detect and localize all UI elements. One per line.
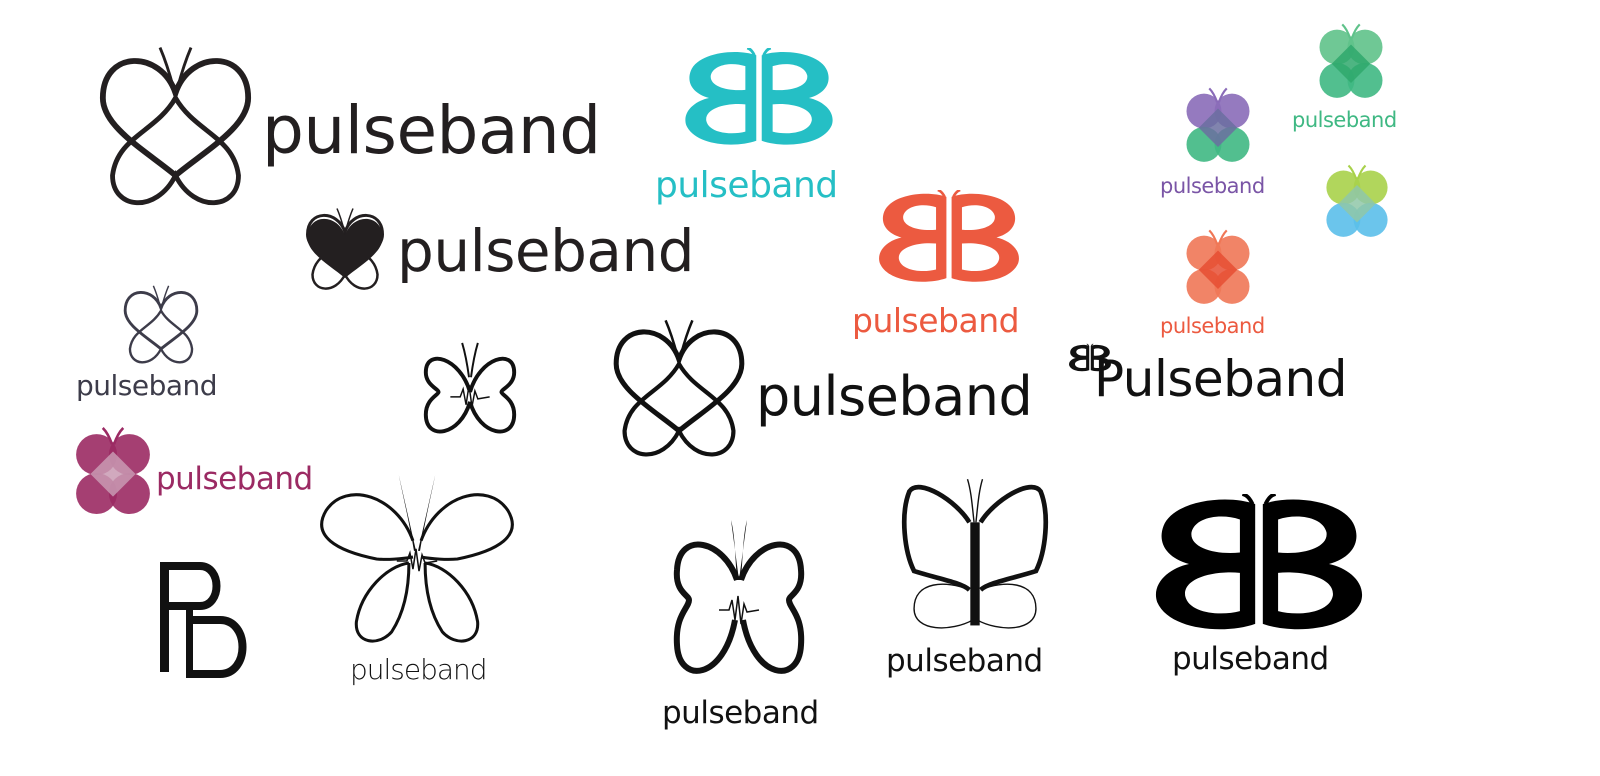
wordmark: pulseband — [886, 643, 1043, 679]
logo-variant-k: pulseband — [72, 420, 322, 530]
butterfly-heart-overlap-icon — [1183, 82, 1253, 170]
logo-variant-i: pulseband — [612, 302, 1042, 482]
wordmark: pulseband — [1172, 641, 1329, 677]
double-b-butterfly-icon — [872, 190, 1026, 285]
wordmark: pulseband — [262, 92, 601, 169]
wordmark: pulseband — [397, 217, 695, 285]
butterfly-pulse-icon — [420, 338, 520, 446]
butterfly-heart-overlap-icon — [72, 420, 154, 524]
wordmark: pulseband — [156, 461, 313, 497]
butterfly-heart-outline-icon — [98, 38, 253, 216]
logo-variant-o: pulseband — [1146, 494, 1376, 694]
butterfly-y-icon — [900, 474, 1050, 640]
logo-variant-h: pulseband — [74, 282, 234, 402]
butterfly-pulse-icon — [316, 470, 518, 652]
logo-variant-c: pulseband — [1158, 82, 1288, 202]
wordmark: pulseband — [655, 165, 838, 206]
butterfly-heart-fill-shape — [307, 218, 383, 278]
butterfly-heart-outline-icon — [122, 282, 200, 368]
butterfly-heart-outline-icon — [612, 302, 746, 476]
wordmark: pulseband — [76, 369, 218, 402]
wordmark: pulseband — [662, 695, 819, 731]
wordmark: pulseband — [350, 653, 488, 686]
wordmark: pulseband — [756, 365, 1033, 428]
butterfly-heart-overlap-icon — [1316, 18, 1386, 106]
logo-variant-m: pulseband — [660, 520, 830, 740]
double-b-butterfly-icon — [677, 48, 841, 148]
logo-variant-d: pulseband — [1292, 18, 1422, 138]
logo-variant-b: pulseband — [655, 48, 845, 208]
logo-variant-l: pulseband — [316, 470, 526, 690]
pb-monogram-icon — [160, 562, 247, 678]
wordmark: pulseband — [1292, 108, 1397, 132]
butterfly-heart-overlap-icon — [1183, 224, 1253, 312]
logo-variant-j: Pulseband — [1068, 332, 1358, 412]
logo-variant-n: pulseband — [886, 474, 1066, 684]
wordmark: pulseband — [1160, 174, 1265, 198]
butterfly-heart-overlap-icon — [1323, 162, 1391, 242]
logo-variant-a: pulseband — [98, 38, 601, 218]
logo-variant-e: pulseband — [305, 202, 725, 302]
logo-variant-g: pulseband — [1158, 224, 1288, 344]
butterfly-pulse-icon — [668, 520, 810, 690]
wordmark: Pulseband — [1094, 350, 1347, 408]
double-b-butterfly-icon — [1148, 494, 1370, 634]
